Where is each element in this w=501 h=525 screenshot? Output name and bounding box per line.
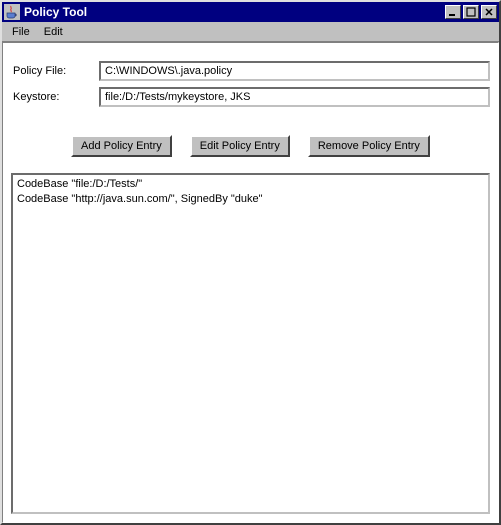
add-policy-entry-button[interactable]: Add Policy Entry [71, 135, 172, 157]
menu-edit[interactable]: Edit [40, 24, 73, 40]
client-area: Policy File: Keystore: Add Policy Entry … [2, 42, 499, 523]
list-item[interactable]: CodeBase "http://java.sun.com/", SignedB… [17, 192, 484, 207]
minimize-button[interactable] [445, 5, 461, 19]
policy-file-label: Policy File: [11, 65, 99, 77]
policy-file-input[interactable] [99, 61, 490, 81]
remove-policy-entry-button[interactable]: Remove Policy Entry [308, 135, 430, 157]
window-title: Policy Tool [24, 5, 443, 19]
button-row: Add Policy Entry Edit Policy Entry Remov… [11, 135, 490, 157]
keystore-label: Keystore: [11, 91, 99, 103]
java-cup-icon [4, 4, 20, 20]
window-controls [443, 5, 497, 19]
maximize-button[interactable] [463, 5, 479, 19]
edit-policy-entry-button[interactable]: Edit Policy Entry [190, 135, 290, 157]
app-window: Policy Tool File Edit Policy File: Keyst… [0, 0, 501, 525]
list-item[interactable]: CodeBase "file:/D:/Tests/" [17, 177, 484, 192]
keystore-input[interactable] [99, 87, 490, 107]
titlebar[interactable]: Policy Tool [2, 2, 499, 22]
menu-file[interactable]: File [8, 24, 40, 40]
policy-file-row: Policy File: [11, 61, 490, 81]
policy-entries-list[interactable]: CodeBase "file:/D:/Tests/" CodeBase "htt… [11, 173, 490, 514]
keystore-row: Keystore: [11, 87, 490, 107]
menubar: File Edit [2, 22, 499, 42]
close-button[interactable] [481, 5, 497, 19]
